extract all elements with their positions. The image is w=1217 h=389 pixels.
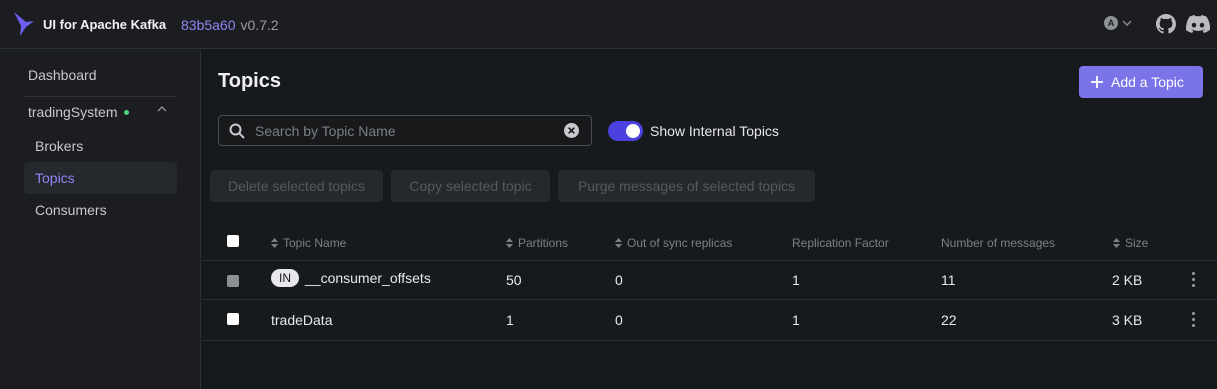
clear-icon[interactable]	[564, 123, 579, 138]
row-checkbox	[227, 275, 239, 287]
column-partitions[interactable]: Partitions	[506, 236, 568, 250]
sidebar-item-dashboard[interactable]: Dashboard	[24, 59, 177, 91]
sidebar-item-brokers[interactable]: Brokers	[24, 130, 177, 162]
row-checkbox[interactable]	[227, 313, 239, 325]
top-bar: UI for Apache Kafka 83b5a60 v0.7.2 A	[0, 0, 1217, 49]
page-title: Topics	[218, 70, 281, 92]
column-size[interactable]: Size	[1113, 236, 1148, 250]
replication-factor-cell: 1	[792, 312, 800, 328]
sort-icon	[271, 238, 278, 248]
copy-selected-topic-button[interactable]: Copy selected topic	[391, 170, 550, 202]
topic-search	[218, 115, 592, 146]
show-internal-topics-toggle[interactable]	[608, 121, 643, 141]
sidebar-item-label: Brokers	[35, 138, 84, 154]
messages-cell: 22	[941, 312, 957, 328]
column-number-of-messages: Number of messages	[941, 236, 1055, 250]
internal-badge: IN	[271, 269, 299, 287]
github-icon[interactable]	[1156, 14, 1176, 34]
app-title[interactable]: UI for Apache Kafka	[43, 17, 166, 32]
column-out-of-sync-replicas[interactable]: Out of sync replicas	[615, 236, 732, 250]
version-info: 83b5a60 v0.7.2	[181, 17, 279, 33]
search-input[interactable]	[255, 121, 555, 141]
topic-name[interactable]: tradeData	[271, 312, 332, 328]
sidebar-item-topics[interactable]: Topics	[24, 162, 177, 194]
topics-table-header: Topic Name Partitions Out of sync replic…	[202, 230, 1217, 254]
sidebar-item-label: Dashboard	[28, 67, 97, 83]
column-label: Number of messages	[941, 236, 1056, 250]
column-topic-name[interactable]: Topic Name	[271, 236, 346, 250]
table-row[interactable]: tradeData 1 0 1 22 3 KB	[202, 301, 1217, 341]
out-of-sync-cell: 0	[615, 272, 623, 288]
partitions-cell: 50	[506, 272, 522, 288]
replication-factor-cell: 1	[792, 272, 800, 288]
toggle-knob	[626, 124, 640, 138]
messages-cell: 11	[941, 272, 956, 288]
kafka-logo-icon[interactable]	[12, 11, 36, 37]
add-topic-button[interactable]: Add a Topic	[1079, 66, 1203, 98]
column-label: Topic Name	[283, 236, 347, 250]
kebab-menu-icon[interactable]	[1192, 272, 1196, 290]
column-label: Size	[1125, 236, 1149, 250]
user-menu[interactable]: A	[1104, 16, 1132, 30]
chevron-down-icon	[1122, 20, 1132, 26]
search-icon	[229, 123, 245, 139]
partitions-cell: 1	[506, 312, 514, 328]
column-label: Partitions	[518, 236, 569, 250]
discord-icon[interactable]	[1186, 15, 1210, 33]
table-row[interactable]: IN __consumer_offsets 50 0 1 11 2 KB	[202, 260, 1217, 300]
topic-name[interactable]: __consumer_offsets	[305, 270, 431, 286]
cluster-name: tradingSystem	[28, 104, 118, 120]
main-content: Topics Add a Topic Show Internal Topics …	[202, 50, 1217, 389]
add-topic-label: Add a Topic	[1111, 74, 1184, 90]
sort-icon	[1113, 238, 1120, 248]
sidebar-item-consumers[interactable]: Consumers	[24, 194, 177, 226]
chevron-up-icon[interactable]	[157, 106, 167, 112]
topic-name-cell[interactable]: IN __consumer_offsets	[271, 269, 431, 287]
sidebar-item-label: Consumers	[35, 202, 107, 218]
plus-icon	[1091, 76, 1103, 88]
sort-icon	[615, 238, 622, 248]
sort-icon	[506, 238, 513, 248]
sidebar-item-label: Topics	[35, 170, 75, 186]
version-hash-link[interactable]: 83b5a60	[181, 17, 236, 33]
size-cell: 3 KB	[1112, 312, 1143, 328]
kebab-menu-icon[interactable]	[1192, 312, 1196, 330]
sidebar-cluster-tradingsystem[interactable]: tradingSystem	[24, 96, 177, 128]
column-replication-factor: Replication Factor	[792, 236, 889, 250]
user-avatar[interactable]: A	[1104, 16, 1118, 30]
out-of-sync-cell: 0	[615, 312, 623, 328]
column-label: Out of sync replicas	[627, 236, 733, 250]
version-number: v0.7.2	[240, 17, 279, 33]
purge-messages-button[interactable]: Purge messages of selected topics	[558, 170, 815, 202]
delete-selected-topics-button[interactable]: Delete selected topics	[210, 170, 383, 202]
select-all-checkbox[interactable]	[227, 235, 239, 247]
sidebar: Dashboard tradingSystem Brokers Topics C…	[0, 50, 201, 389]
cluster-status-indicator	[124, 109, 130, 115]
show-internal-topics-label: Show Internal Topics	[650, 123, 779, 139]
size-cell: 2 KB	[1112, 272, 1143, 288]
column-label: Replication Factor	[792, 236, 889, 250]
